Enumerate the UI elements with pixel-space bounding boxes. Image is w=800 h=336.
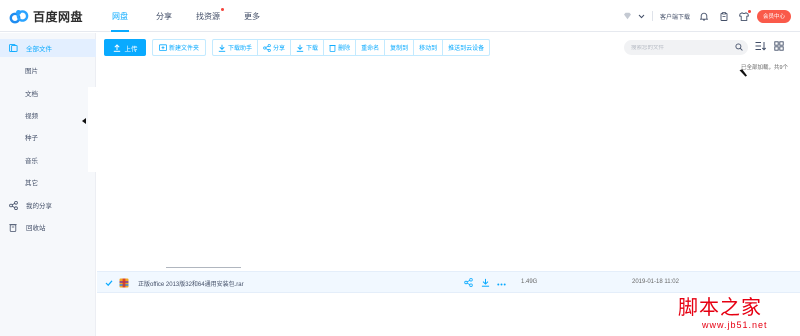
file-modified-date: 2019-01-18 11:02: [632, 279, 679, 285]
sidebar-item-other[interactable]: 其它: [0, 173, 96, 191]
diamond-icon[interactable]: [620, 9, 634, 23]
new-folder-icon: [159, 44, 167, 51]
row-share-icon[interactable]: [464, 278, 473, 289]
download-button[interactable]: 下载: [290, 39, 325, 56]
file-name[interactable]: 正版office 2013版32和64通用安装包.rar: [138, 279, 244, 288]
delete-label: 删除: [338, 46, 351, 52]
row-checkbox[interactable]: [105, 279, 113, 287]
bell-icon[interactable]: [697, 9, 711, 23]
main-nav: 网盘 分享 找资源 更多: [98, 0, 274, 32]
sidebar-item-label: 我的分享: [26, 203, 52, 210]
new-folder-button[interactable]: 新建文件夹: [152, 39, 207, 56]
upload-label: 上传: [124, 45, 138, 53]
nav-tab-find-resources-label: 找资源: [196, 11, 220, 21]
file-toolbar: 上传 新建文件夹 下载助手 分享 下载 删除 重命名 复制到 移动到 推送到云设…: [104, 39, 491, 56]
vip-center-button[interactable]: 会员中心: [757, 9, 792, 23]
upload-icon: [113, 43, 120, 52]
sidebar-item-images[interactable]: 图片: [0, 61, 96, 79]
notification-dot: [748, 10, 752, 13]
rename-label: 重命名: [361, 46, 380, 52]
push-to-cloud-device-label: 推送到云设备: [448, 46, 485, 52]
sidebar-item-label: 音乐: [25, 158, 38, 165]
sidebar-item-label: 视频: [25, 113, 38, 120]
user-name-area[interactable]: [548, 5, 618, 26]
file-actions-group: 下载助手 分享 下载 删除 重命名 复制到 移动到 推送到云设备: [212, 39, 491, 56]
download-label: 下载: [306, 46, 319, 52]
folder-icon: [9, 44, 21, 52]
divider: [652, 11, 653, 21]
horizontal-scrollbar[interactable]: [166, 267, 241, 268]
push-to-cloud-device-button[interactable]: 推送到云设备: [442, 39, 491, 56]
watermark-url: www.jb51.net: [702, 320, 768, 330]
sidebar: 全部文件 图片 文档 视频 种子 音乐 其它 我的分享 回收站: [0, 33, 96, 336]
sidebar-item-all-files[interactable]: 全部文件: [0, 39, 96, 57]
sidebar-item-label: 回收站: [26, 225, 46, 232]
download-helper-button[interactable]: 下载助手: [212, 39, 259, 56]
client-download-link[interactable]: 客户端下载: [660, 12, 690, 21]
nav-tab-more[interactable]: 更多: [230, 0, 274, 32]
sidebar-item-label: 全部文件: [26, 46, 52, 53]
download-icon: [296, 44, 304, 52]
sort-icon[interactable]: [755, 41, 767, 53]
sidebar-item-documents[interactable]: 文档: [0, 84, 96, 102]
row-more-icon[interactable]: [497, 281, 506, 288]
collapse-arrow-icon[interactable]: [82, 118, 86, 124]
trash-icon: [9, 223, 21, 232]
trash-icon: [329, 44, 336, 52]
nav-tab-find-resources[interactable]: 找资源: [186, 0, 230, 32]
copy-to-button[interactable]: 复制到: [384, 39, 415, 56]
delete-button[interactable]: 删除: [323, 39, 357, 56]
header-actions: 客户端下载 会员中心: [620, 0, 792, 32]
search-icon[interactable]: [735, 43, 743, 53]
sidebar-item-label: 图片: [25, 68, 38, 75]
watermark-title: 脚本之家: [678, 295, 762, 319]
row-download-icon[interactable]: [481, 278, 490, 289]
top-bar: 百度网盘 网盘 分享 找资源 更多 客户端下载 会员中心: [0, 0, 800, 32]
cloud-logo-icon: [8, 8, 30, 24]
new-folder-label: 新建文件夹: [169, 46, 200, 52]
mouse-cursor-icon: [739, 69, 748, 79]
sidebar-item-recycle-bin[interactable]: 回收站: [0, 218, 96, 236]
overlay-panel: [88, 87, 97, 172]
rename-button[interactable]: 重命名: [355, 39, 386, 56]
search-input[interactable]: [631, 44, 731, 51]
rar-file-icon: [119, 278, 129, 288]
download-helper-label: 下载助手: [228, 46, 253, 52]
download-icon: [218, 44, 226, 52]
sidebar-item-torrents[interactable]: 种子: [0, 128, 96, 146]
copy-to-label: 复制到: [390, 46, 409, 52]
site-watermark: 脚本之家 www.jb51.net: [672, 291, 800, 336]
clipboard-icon[interactable]: [717, 9, 731, 23]
chevron-down-icon[interactable]: [634, 9, 648, 23]
share-label: 分享: [273, 46, 286, 52]
notification-dot: [221, 8, 224, 11]
tshirt-icon[interactable]: [737, 9, 752, 23]
baidu-netdisk-logo[interactable]: 百度网盘: [8, 7, 83, 25]
move-to-button[interactable]: 移动到: [413, 39, 444, 56]
upload-button[interactable]: 上传: [104, 39, 146, 56]
share-button[interactable]: 分享: [257, 39, 292, 56]
grid-view-icon[interactable]: [774, 41, 784, 53]
sidebar-item-label: 文档: [25, 91, 38, 98]
table-row[interactable]: 正版office 2013版32和64通用安装包.rar 1.49G 2019-…: [97, 271, 800, 293]
file-size: 1.49G: [521, 279, 538, 285]
sidebar-item-label: 其它: [25, 180, 38, 187]
share-icon: [9, 200, 21, 210]
sidebar-item-my-shares[interactable]: 我的分享: [0, 196, 96, 214]
logo-text: 百度网盘: [33, 9, 84, 24]
share-icon: [263, 43, 271, 52]
nav-tab-share[interactable]: 分享: [142, 0, 186, 32]
move-to-label: 移动到: [419, 46, 438, 52]
sidebar-item-label: 种子: [25, 135, 38, 142]
search-box: [624, 40, 748, 55]
sidebar-item-music[interactable]: 音乐: [0, 151, 96, 169]
nav-tab-netdisk[interactable]: 网盘: [98, 0, 142, 32]
